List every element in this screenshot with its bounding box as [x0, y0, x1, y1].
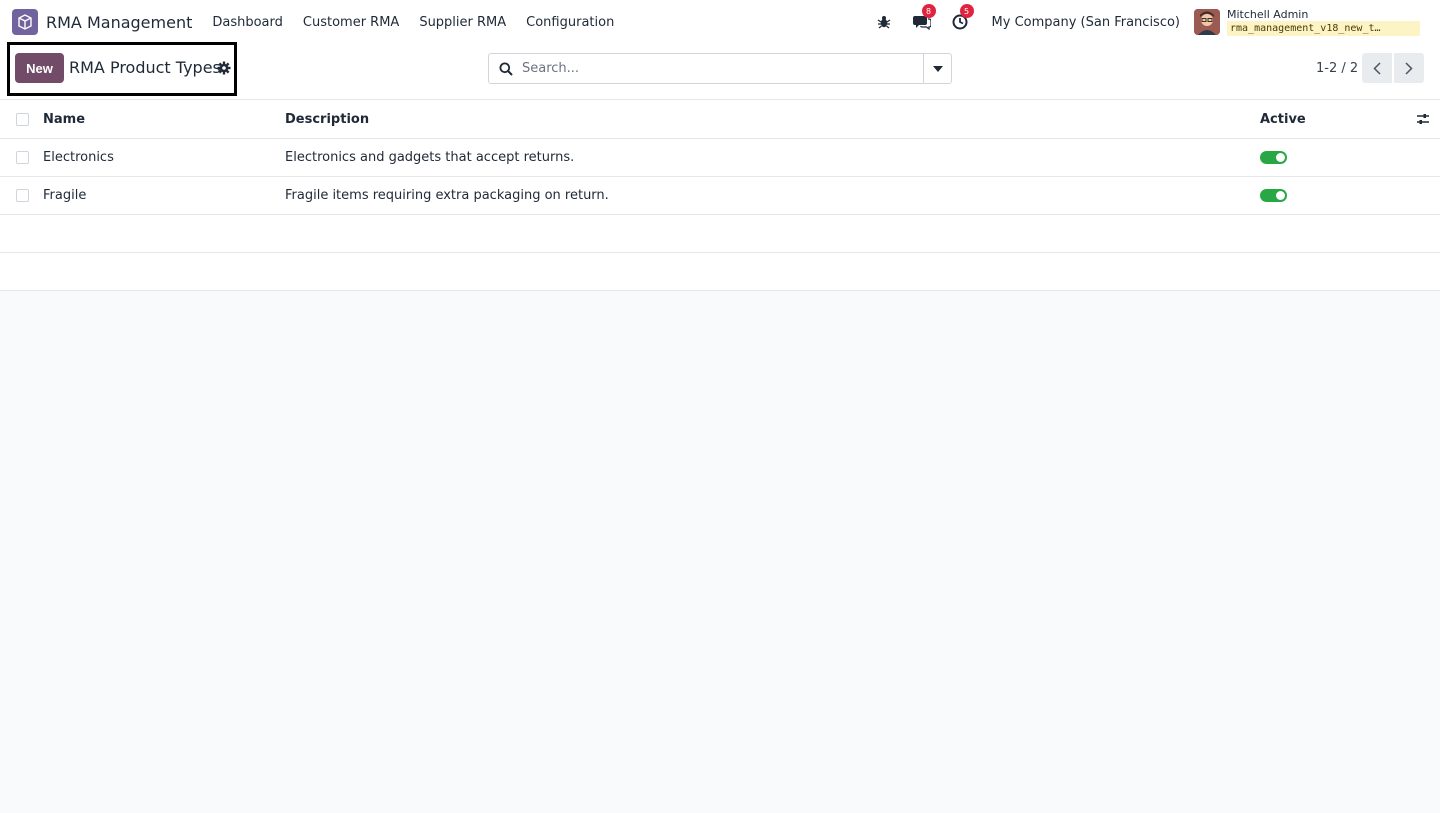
row-name: Electronics — [43, 150, 114, 165]
chevron-right-icon — [1405, 61, 1413, 75]
database-name: rma_management_v18_new_t… — [1227, 21, 1420, 36]
page-title[interactable]: RMA Product Types — [69, 58, 221, 77]
app-logo-icon[interactable] — [12, 9, 38, 35]
chevron-left-icon — [1373, 61, 1381, 75]
active-toggle[interactable] — [1260, 151, 1287, 164]
messages-icon[interactable]: 8 — [912, 4, 936, 32]
control-panel: New RMA Product Types 1-2 / 2 — [0, 42, 1440, 100]
list-header: Name Description Active — [0, 100, 1440, 139]
debug-bug-icon[interactable] — [874, 12, 894, 32]
optional-columns-icon[interactable] — [1416, 112, 1430, 126]
select-all-checkbox[interactable] — [16, 112, 29, 126]
pager-next-button[interactable] — [1394, 53, 1424, 83]
search-options-toggle[interactable] — [923, 54, 951, 83]
gear-icon[interactable] — [217, 61, 231, 75]
user-menu[interactable]: Mitchell Admin rma_management_v18_new_t… — [1227, 8, 1420, 36]
menu-configuration[interactable]: Configuration — [526, 15, 614, 30]
row-checkbox[interactable] — [16, 151, 29, 164]
user-avatar[interactable] — [1194, 9, 1220, 35]
search-bar — [488, 53, 952, 84]
app-name[interactable]: RMA Management — [46, 13, 192, 32]
caret-down-icon — [932, 65, 943, 72]
user-name: Mitchell Admin — [1227, 8, 1309, 21]
empty-row — [0, 215, 1440, 253]
pager-previous-button[interactable] — [1362, 53, 1392, 83]
activity-clock-icon[interactable]: 5 — [950, 4, 974, 32]
search-icon — [499, 62, 513, 76]
messages-badge: 8 — [921, 4, 936, 18]
new-button[interactable]: New — [15, 53, 64, 83]
row-checkbox[interactable] — [16, 189, 29, 202]
pager-value[interactable]: 1-2 / 2 — [1316, 61, 1358, 76]
menu-customer-rma[interactable]: Customer RMA — [303, 15, 399, 30]
menu-dashboard[interactable]: Dashboard — [212, 15, 283, 30]
column-header-description[interactable]: Description — [285, 112, 369, 127]
row-description: Fragile items requiring extra packaging … — [285, 188, 609, 203]
table-row[interactable]: Fragile Fragile items requiring extra pa… — [0, 177, 1440, 215]
search-input[interactable] — [513, 61, 923, 76]
active-toggle[interactable] — [1260, 189, 1287, 202]
row-description: Electronics and gadgets that accept retu… — [285, 150, 575, 165]
table-row[interactable]: Electronics Electronics and gadgets that… — [0, 139, 1440, 177]
column-header-active[interactable]: Active — [1260, 112, 1306, 127]
menu-supplier-rma[interactable]: Supplier RMA — [419, 15, 506, 30]
navbar-systray: 8 5 My Company (San Francisco) Mitchell … — [856, 0, 1420, 44]
activities-badge: 5 — [959, 4, 974, 18]
company-switcher[interactable]: My Company (San Francisco) — [992, 15, 1180, 30]
empty-row — [0, 253, 1440, 291]
list-view: Name Description Active Electronics Elec… — [0, 100, 1440, 291]
column-header-name[interactable]: Name — [43, 112, 85, 127]
top-navbar: RMA Management Dashboard Customer RMA Su… — [0, 0, 1440, 44]
row-name: Fragile — [43, 188, 87, 203]
